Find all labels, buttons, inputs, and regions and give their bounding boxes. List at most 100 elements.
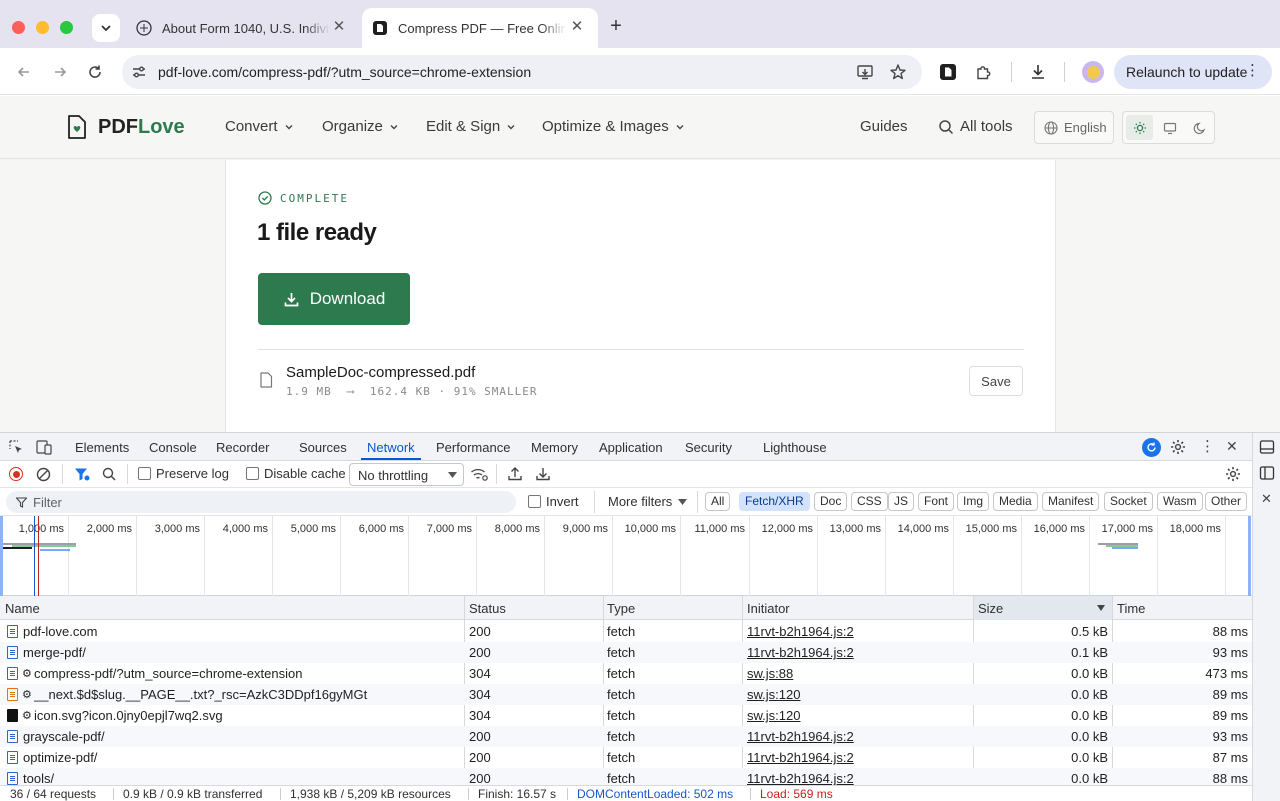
device-toolbar-icon[interactable] <box>36 440 52 455</box>
cell-initiator[interactable]: 11rvt-b2h1964.js:2 <box>747 750 967 765</box>
nav-optimize-images[interactable]: Optimize & Images <box>542 118 685 135</box>
network-overview-timeline[interactable]: 1,000 ms 2,000 ms 3,000 ms 4,000 ms 5,000 ms… <box>0 516 1252 596</box>
column-time[interactable]: Time <box>1117 601 1145 616</box>
nav-convert[interactable]: Convert <box>225 118 294 135</box>
inspect-element-icon[interactable] <box>9 440 24 455</box>
cell-initiator[interactable]: sw.js:120 <box>747 708 967 723</box>
tab-form-1040[interactable]: About Form 1040, U.S. Individual Income … <box>124 8 360 48</box>
tab-network[interactable]: Network <box>367 440 415 455</box>
cell-initiator[interactable]: 11rvt-b2h1964.js:2 <box>747 645 967 660</box>
filter-chip-media[interactable]: Media <box>993 492 1038 511</box>
nav-edit-sign[interactable]: Edit & Sign <box>426 118 516 135</box>
column-initiator[interactable]: Initiator <box>747 601 790 616</box>
invert-checkbox[interactable] <box>528 495 541 508</box>
tab-application[interactable]: Application <box>599 440 663 455</box>
network-settings-icon[interactable] <box>1225 466 1241 482</box>
filter-chip-socket[interactable]: Socket <box>1104 492 1153 511</box>
nav-guides[interactable]: Guides <box>860 118 908 135</box>
pdflove-extension-button[interactable] <box>938 62 958 82</box>
nav-all-tools[interactable]: All tools <box>938 118 1013 135</box>
record-button[interactable] <box>9 467 23 481</box>
tab-lighthouse[interactable]: Lighthouse <box>763 440 827 455</box>
close-filter-icon[interactable]: ✕ <box>1261 491 1272 507</box>
export-har-icon[interactable] <box>536 466 550 481</box>
new-tab-button[interactable]: + <box>606 16 626 37</box>
preserve-log-checkbox[interactable] <box>138 467 151 480</box>
cell-initiator[interactable]: sw.js:120 <box>747 687 967 702</box>
tab-search-button[interactable] <box>92 14 120 42</box>
column-size[interactable]: Size <box>978 601 1003 616</box>
save-button[interactable]: Save <box>969 366 1023 396</box>
zoom-window-button[interactable] <box>60 21 73 34</box>
filter-chip-css[interactable]: CSS <box>851 492 888 511</box>
address-bar[interactable]: pdf-love.com/compress-pdf/?utm_source=ch… <box>122 55 922 89</box>
import-har-icon[interactable] <box>508 466 522 481</box>
tab-recorder[interactable]: Recorder <box>216 440 269 455</box>
forward-button[interactable] <box>50 62 70 82</box>
filter-chip-doc[interactable]: Doc <box>814 492 848 511</box>
download-button[interactable]: Download <box>258 273 410 325</box>
site-settings-icon[interactable] <box>132 65 146 79</box>
theme-dark-button[interactable] <box>1186 115 1213 140</box>
filter-chip-manifest[interactable]: Manifest <box>1042 492 1100 511</box>
filter-chip-img[interactable]: Img <box>957 492 990 511</box>
theme-system-button[interactable] <box>1156 115 1183 140</box>
site-logo[interactable]: PDFLove <box>66 114 185 140</box>
overview-right-handle[interactable] <box>1248 516 1251 596</box>
table-row[interactable]: ⚙ compress-pdf/?utm_source=chrome-extensi… <box>0 663 1252 684</box>
nav-organize[interactable]: Organize <box>322 118 399 135</box>
search-icon[interactable] <box>102 467 116 481</box>
throttling-select[interactable]: No throttling <box>349 463 464 486</box>
tab-performance[interactable]: Performance <box>436 440 510 455</box>
close-window-button[interactable] <box>12 21 25 34</box>
settings-gear-icon[interactable] <box>1170 439 1186 455</box>
table-row[interactable]: merge-pdf/200 fetch 11rvt-b2h1964.js:2 0.1 … <box>0 642 1252 663</box>
filter-chip-js[interactable]: JS <box>888 492 915 511</box>
more-filters-dropdown[interactable]: More filters <box>608 494 688 509</box>
language-selector[interactable]: English <box>1034 111 1114 144</box>
cell-initiator[interactable]: 11rvt-b2h1964.js:2 <box>747 771 967 786</box>
column-name[interactable]: Name <box>5 601 40 616</box>
filter-chip-all[interactable]: All <box>705 492 731 511</box>
disable-cache-checkbox[interactable] <box>246 467 259 480</box>
filter-chip-other[interactable]: Other <box>1205 492 1248 511</box>
close-icon[interactable]: ✕ <box>570 19 584 34</box>
ai-assistance-button[interactable] <box>1142 438 1161 457</box>
clear-icon[interactable] <box>36 467 51 482</box>
filter-chip-wasm[interactable]: Wasm <box>1157 492 1203 511</box>
extensions-button[interactable] <box>974 62 994 82</box>
cell-initiator[interactable]: sw.js:88 <box>747 666 967 681</box>
filter-chip-font[interactable]: Font <box>918 492 955 511</box>
cell-initiator[interactable]: 11rvt-b2h1964.js:2 <box>747 624 967 639</box>
profile-avatar[interactable] <box>1082 61 1104 83</box>
network-conditions-icon[interactable] <box>470 467 488 482</box>
table-row[interactable]: pdf-love.com 200 fetch 11rvt-b2h1964.js:2 0.… <box>0 621 1252 642</box>
table-row[interactable]: optimize-pdf/200 fetch 11rvt-b2h1964.js:2 0… <box>0 747 1252 768</box>
theme-light-button[interactable] <box>1126 115 1153 140</box>
table-row[interactable]: ⚙ __next.$d$slug.__PAGE__.txt?_rsc=AzkC3D… <box>0 684 1252 705</box>
filter-input[interactable]: Filter <box>6 491 516 513</box>
tab-compress-pdf[interactable]: Compress PDF — Free Online PDF Compresso… <box>362 8 598 48</box>
reload-button[interactable] <box>85 62 105 82</box>
url-text[interactable]: pdf-love.com/compress-pdf/?utm_source=ch… <box>158 64 531 80</box>
overview-left-handle[interactable] <box>0 516 3 596</box>
install-app-icon[interactable] <box>856 63 874 81</box>
back-button[interactable] <box>14 62 34 82</box>
relaunch-button[interactable]: Relaunch to update ⋮ <box>1114 55 1272 89</box>
close-icon[interactable]: ✕ <box>332 19 346 34</box>
table-row[interactable]: grayscale-pdf/200 fetch 11rvt-b2h1964.js:2… <box>0 726 1252 747</box>
tab-sources[interactable]: Sources <box>299 440 347 455</box>
filter-chip-fetch-xhr[interactable]: Fetch/XHR <box>739 492 810 511</box>
column-type[interactable]: Type <box>607 601 635 616</box>
tab-console[interactable]: Console <box>149 440 197 455</box>
sidebar-panel-icon[interactable] <box>1259 465 1275 481</box>
cell-initiator[interactable]: 11rvt-b2h1964.js:2 <box>747 729 967 744</box>
tab-elements[interactable]: Elements <box>75 440 129 455</box>
filter-funnel-icon[interactable] <box>74 467 90 482</box>
close-devtools-icon[interactable]: ✕ <box>1226 438 1238 455</box>
table-row[interactable]: ⚙ icon.svg?icon.0jny0epjl7wq2.svg 304 fetch… <box>0 705 1252 726</box>
more-vert-icon[interactable]: ⋮ <box>1200 437 1215 455</box>
column-status[interactable]: Status <box>469 601 506 616</box>
bookmark-star-icon[interactable] <box>889 63 907 81</box>
minimize-window-button[interactable] <box>36 21 49 34</box>
